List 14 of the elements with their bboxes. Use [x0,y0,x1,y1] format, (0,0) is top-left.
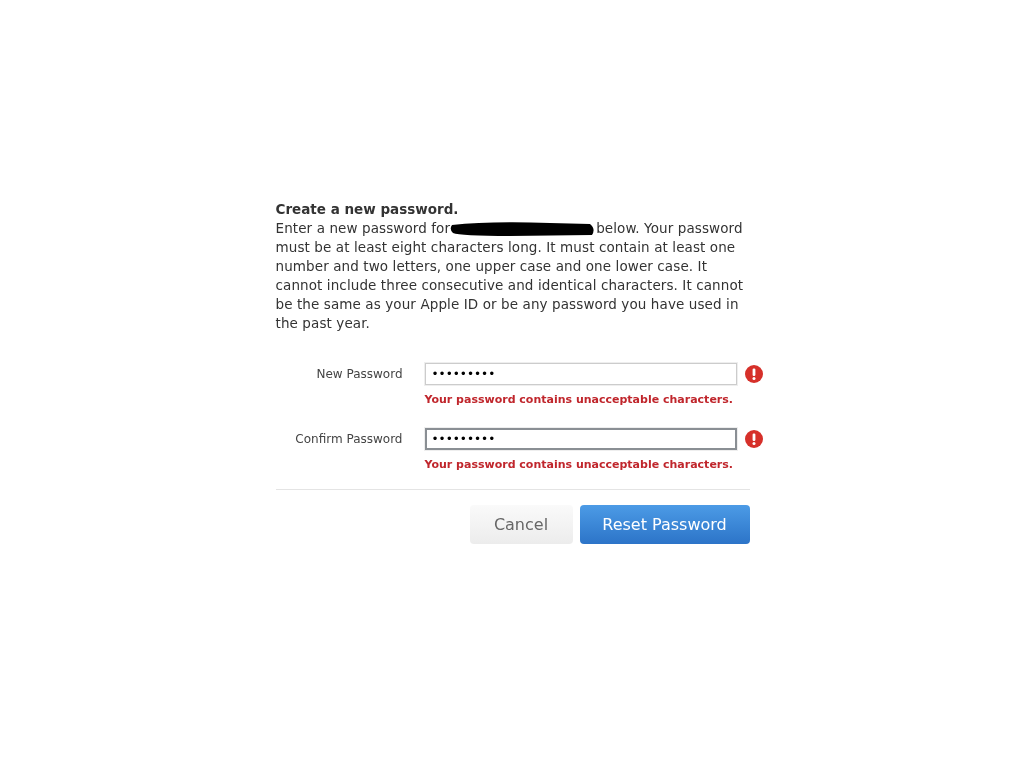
cancel-button[interactable]: Cancel [469,505,573,544]
field-label: Confirm Password [294,432,403,446]
password-field[interactable]: ••••••••• [424,428,737,450]
error-message: Your password contains unacceptable characters. [424,458,734,471]
reset-password-button[interactable]: Reset Password [579,505,750,544]
error-icon [744,430,763,448]
error-message: Your password contains unacceptable characters. [424,393,734,406]
intro-text: must be at least eight characters long. It must contain at least one number and two letters, one upper case and one lower case. It cannot include three consecutive and identical characters. It cannot be the same as your Apple ID or be any password you have used in the past year. [275,238,745,333]
error-icon [744,365,763,383]
password-field[interactable]: ••••••••• [424,363,737,385]
form-heading: Create a new password. [275,200,460,219]
field-label: New Password [315,367,403,381]
intro-text: Enter a new password for [275,219,451,238]
intro-text: below. Your password [596,219,743,238]
